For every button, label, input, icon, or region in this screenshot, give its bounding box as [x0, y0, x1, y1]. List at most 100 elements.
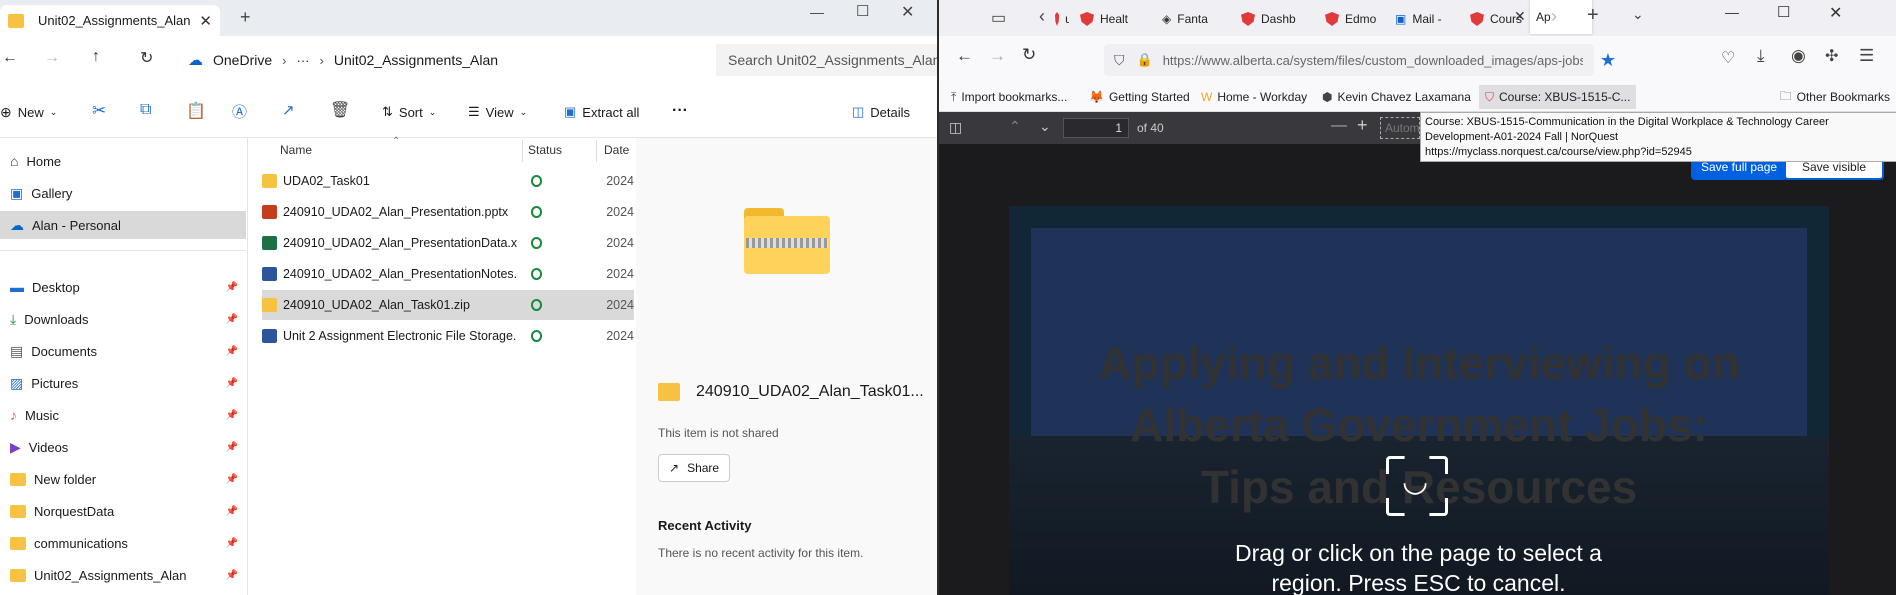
paste-icon[interactable]: 📋 [186, 101, 206, 121]
zoom-in-icon[interactable]: + [1357, 115, 1368, 136]
bookmark-item[interactable]: W Home - Workday [1201, 82, 1307, 112]
search-input[interactable]: Search Unit02_Assignments_Alan [716, 44, 937, 76]
sidebar-item[interactable]: ♪ Music 📌 [0, 401, 246, 429]
sidebar-item[interactable]: ▬ Desktop 📌 [0, 273, 246, 301]
pocket-icon[interactable]: ♡ [1721, 48, 1735, 68]
pin-icon[interactable]: 📌 [226, 538, 238, 549]
url-bar[interactable]: ⛉ 🔒 https://www.alberta.ca/system/files/… [1104, 44, 1616, 76]
more-options-icon[interactable]: ··· [672, 102, 688, 120]
zoom-select[interactable]: Autom [1380, 117, 1420, 139]
bookmark-item[interactable]: 🦊 Getting Started [1089, 82, 1190, 112]
breadcrumb-folder[interactable]: Unit02_Assignments_Alan [334, 52, 498, 68]
close-window-icon[interactable]: ✕ [1829, 3, 1842, 23]
pin-icon[interactable]: 📌 [226, 282, 238, 293]
minimize-icon[interactable]: — [810, 4, 824, 20]
browser-tab[interactable]: Ap [1530, 0, 1592, 34]
sidebar-item[interactable]: ▨ Pictures 📌 [0, 369, 246, 397]
sidebar-item[interactable]: communications 📌 [0, 529, 246, 557]
browser-tab[interactable]: Edmo [1319, 6, 1385, 32]
file-row[interactable]: 240910_UDA02_Alan_PresentationData.xlsx 2… [262, 228, 634, 258]
scroll-tabs-right-icon[interactable]: › [1551, 6, 1557, 27]
file-row[interactable]: 240910_UDA02_Alan_Task01.zip 2024 [262, 290, 634, 320]
pin-icon[interactable]: 📌 [226, 506, 238, 517]
next-page-icon[interactable]: ⌄ [1039, 118, 1051, 135]
back-icon[interactable]: ← [956, 46, 973, 66]
maximize-icon[interactable]: ☐ [856, 2, 869, 20]
close-tab-icon[interactable]: ✕ [1514, 8, 1526, 25]
sidebar-item[interactable]: ▤ Documents 📌 [0, 337, 246, 365]
forward-icon[interactable]: → [44, 49, 60, 67]
extensions-icon[interactable]: ✣ [1825, 46, 1838, 66]
sidebar-item[interactable]: New folder 📌 [0, 465, 246, 493]
sidebar-item[interactable]: ▶ Videos 📌 [0, 433, 246, 461]
minimize-icon[interactable]: — [1725, 4, 1739, 20]
bookmark-item[interactable]: ⤒ Import bookmarks... [951, 82, 1067, 112]
file-row[interactable]: Unit 2 Assignment Electronic File Storag… [262, 321, 634, 351]
share-icon[interactable]: ↗ [282, 101, 295, 119]
scroll-tabs-left-icon[interactable]: ‹ [1039, 6, 1045, 27]
browser-tab[interactable]: ▣ Mail - [1389, 6, 1459, 32]
forward-icon[interactable]: → [989, 46, 1006, 66]
url-text[interactable]: https://www.alberta.ca/system/files/cust… [1163, 53, 1583, 68]
extract-all-button[interactable]: ▣ Extract all [564, 104, 639, 120]
downloads-icon[interactable]: ⤓ [1757, 46, 1765, 66]
file-row[interactable]: UDA02_Task01 2024 [262, 166, 634, 196]
list-all-tabs-icon[interactable]: ⌄ [1632, 6, 1644, 23]
sort-button[interactable]: ⇅ Sort ⌄ [382, 104, 436, 120]
file-row[interactable]: 240910_UDA02_Alan_PresentationNotes.... 2… [262, 259, 634, 289]
previous-page-icon[interactable]: ⌃ [1009, 118, 1021, 135]
new-tab-icon[interactable]: + [240, 7, 251, 28]
share-button[interactable]: ↗ Share [658, 454, 731, 482]
rename-icon[interactable]: Ⓐ [232, 101, 247, 122]
sidebar-item[interactable]: ☁ Alan - Personal [0, 211, 246, 239]
maximize-icon[interactable]: ☐ [1777, 3, 1790, 21]
pin-icon[interactable]: 📌 [226, 570, 238, 581]
zoom-out-icon[interactable]: — [1331, 117, 1347, 135]
browser-tab[interactable]: Healt [1074, 6, 1152, 32]
details-button[interactable]: ◫ Details [852, 104, 910, 120]
column-header-date[interactable]: Date [604, 143, 629, 157]
new-tab-icon[interactable]: + [1587, 4, 1599, 27]
pin-icon[interactable]: 📌 [226, 346, 238, 357]
back-icon[interactable]: ← [2, 49, 18, 67]
tab-overview-icon[interactable]: ▭ [991, 8, 1006, 28]
pin-icon[interactable]: 📌 [226, 410, 238, 421]
sidebar-item[interactable]: ▣ Gallery [0, 179, 246, 207]
pin-icon[interactable]: 📌 [226, 442, 238, 453]
browser-tab[interactable]: ◈ Fanta [1156, 6, 1232, 32]
close-window-icon[interactable]: ✕ [901, 2, 914, 22]
up-icon[interactable]: ↑ [92, 48, 100, 66]
sidebar-item[interactable]: NorquestData 📌 [0, 497, 246, 525]
bookmark-item[interactable]: ⛉ Course: XBUS-1515-C... [1479, 85, 1637, 109]
page-number-input[interactable]: 1 [1063, 118, 1129, 138]
explorer-tab[interactable]: Unit02_Assignments_Alan ✕ [0, 5, 220, 36]
bookmark-star-icon[interactable]: ★ [1600, 50, 1616, 71]
pin-icon[interactable]: 📌 [226, 314, 238, 325]
breadcrumb[interactable]: ☁ OneDrive › ··· › Unit02_Assignments_Al… [180, 44, 700, 76]
sidebar-item[interactable]: ⤓ Downloads 📌 [0, 305, 246, 333]
delete-icon[interactable]: 🗑 [330, 100, 350, 120]
cut-icon[interactable]: ✂ [92, 101, 106, 121]
bookmark-item[interactable]: ⬢ Kevin Chavez Laxamana [1322, 82, 1471, 112]
breadcrumb-more[interactable]: ··· [296, 53, 309, 68]
sidebar-item[interactable]: Unit02_Assignments_Alan 📌 [0, 561, 246, 589]
breadcrumb-root[interactable]: OneDrive [213, 52, 272, 68]
firefox-menu-icon[interactable]: ☰ [1859, 46, 1874, 66]
close-tab-icon[interactable]: ✕ [199, 12, 212, 30]
dim-overlay[interactable] [939, 144, 1896, 595]
column-header-status[interactable]: Status [528, 143, 562, 157]
account-icon[interactable]: ◉ [1791, 46, 1806, 66]
other-bookmarks[interactable]: 🗀 Other Bookmarks [1780, 82, 1890, 112]
column-header-name[interactable]: Name [280, 143, 312, 157]
copy-icon[interactable]: ⧉ [140, 101, 151, 119]
browser-tab[interactable]: Dashb [1235, 6, 1315, 32]
pin-icon[interactable]: 📌 [226, 378, 238, 389]
reload-icon[interactable]: ↻ [1022, 45, 1036, 65]
file-row[interactable]: 240910_UDA02_Alan_Presentation.pptx 2024 [262, 197, 634, 227]
new-button[interactable]: ⊕ New ⌄ [0, 104, 57, 121]
view-button[interactable]: ☰ View ⌄ [468, 104, 527, 120]
refresh-icon[interactable]: ↻ [140, 48, 153, 68]
sidebar-toggle-icon[interactable]: ◫ [949, 119, 962, 136]
browser-tab[interactable]: ue [1049, 6, 1075, 32]
sidebar-item[interactable]: ⌂ Home [0, 147, 246, 175]
